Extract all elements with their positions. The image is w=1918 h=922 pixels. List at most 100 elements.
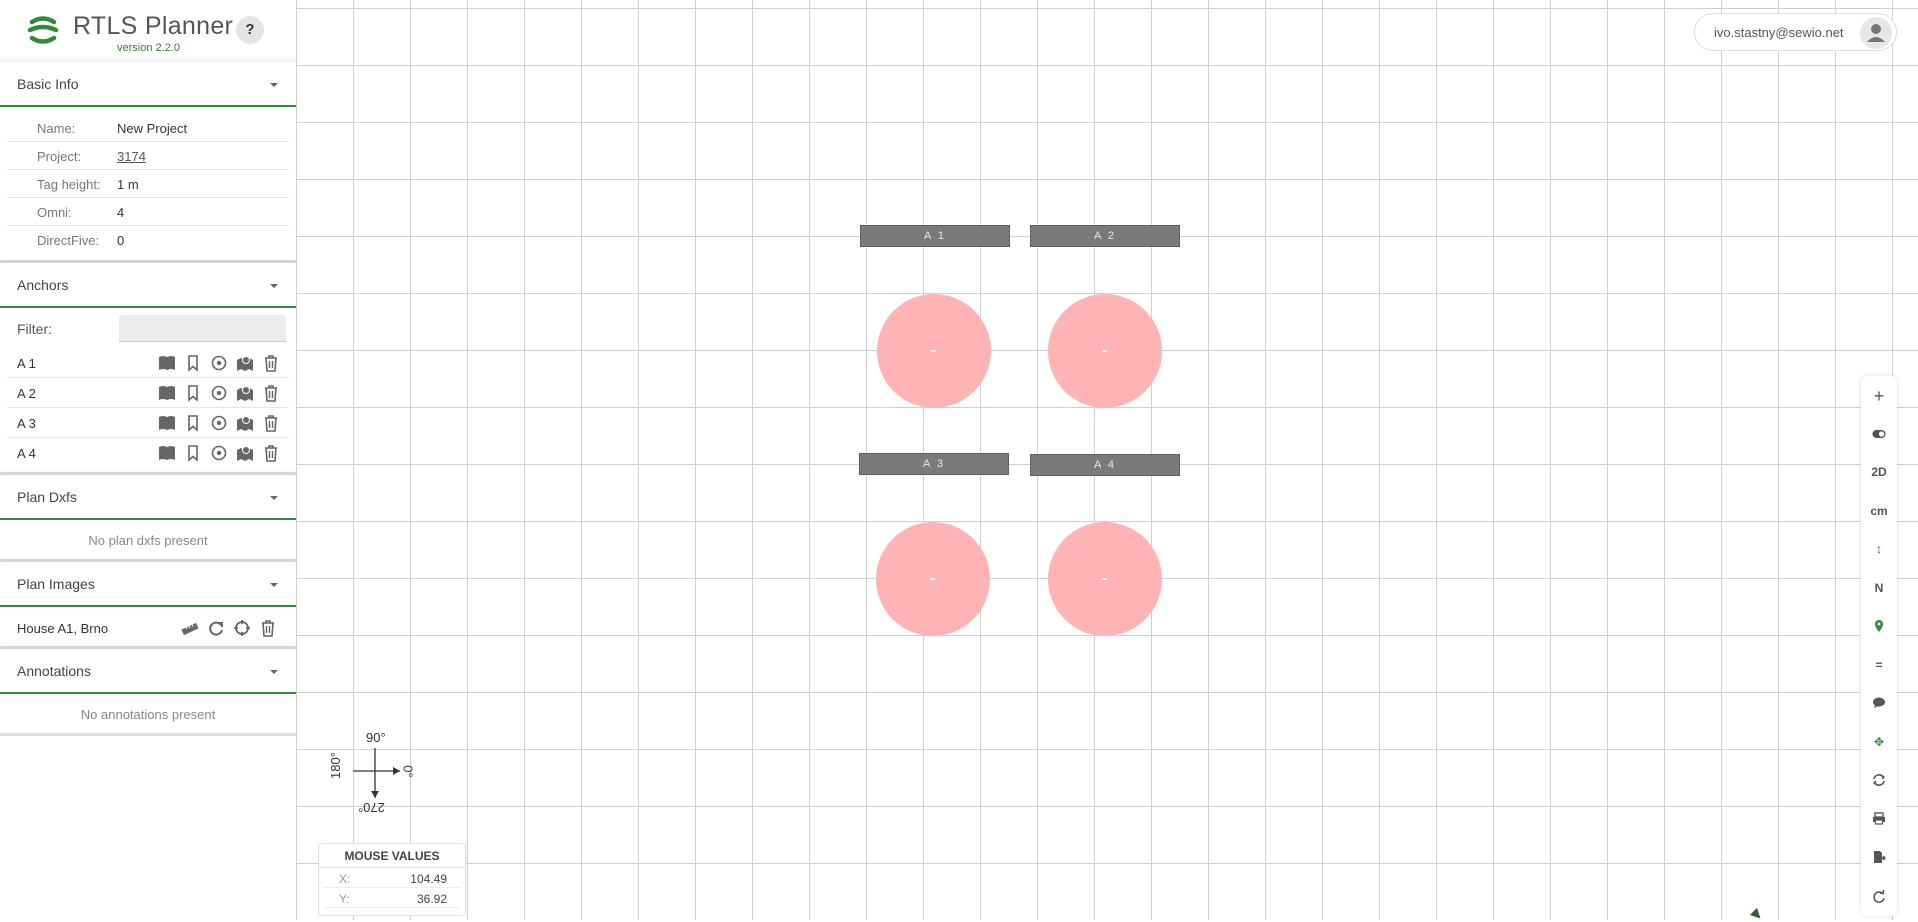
comment-icon[interactable] [1861, 688, 1897, 718]
height-icon[interactable]: ↕ [1861, 534, 1897, 564]
info-value: 4 [117, 205, 125, 220]
plan-images-title: Plan Images [17, 576, 95, 592]
trash-icon[interactable] [261, 354, 281, 372]
filter-label: Filter: [17, 321, 52, 337]
location-pin-icon[interactable] [1861, 611, 1897, 641]
info-key: Name: [37, 121, 76, 136]
filter-input[interactable] [119, 315, 286, 342]
anchor-name: A 2 [17, 386, 36, 401]
anchor-label-a2[interactable]: A 2 [1030, 225, 1180, 247]
target-icon[interactable] [209, 414, 229, 432]
map-pin-icon[interactable] [235, 414, 255, 432]
info-row-tag-height: Tag height: 1 m [7, 170, 289, 198]
redo-icon[interactable] [1861, 881, 1897, 911]
ruler-icon[interactable] [180, 619, 200, 637]
zoom-in-icon[interactable]: + [1861, 381, 1897, 411]
info-key: DirectFive: [37, 233, 100, 248]
book-icon[interactable] [157, 384, 177, 402]
map-pin-icon[interactable] [235, 354, 255, 372]
view-2d-button[interactable]: 2D [1861, 457, 1897, 487]
compass-axes-icon [353, 748, 400, 798]
anchor-list: A 1 A 2 A 3 A 4 [0, 348, 296, 475]
chevron-down-icon [270, 670, 278, 674]
anchor-list-item[interactable]: A 3 [7, 408, 289, 438]
target-icon[interactable] [209, 384, 229, 402]
mouse-values-title: MOUSE VALUES [319, 844, 465, 868]
info-row-directfive: DirectFive: 0 [7, 226, 289, 254]
trash-icon[interactable] [261, 444, 281, 462]
map-pin-icon[interactable] [235, 444, 255, 462]
anchors-header[interactable]: Anchors [0, 263, 296, 308]
book-icon[interactable] [157, 414, 177, 432]
annotations-header[interactable]: Annotations [0, 649, 296, 694]
mouse-y-row: Y: 36.92 [323, 888, 461, 908]
mouse-x-row: X: 104.49 [323, 868, 461, 888]
trash-icon[interactable] [258, 619, 278, 637]
book-icon[interactable] [157, 354, 177, 372]
info-row-name: Name: New Project [7, 114, 289, 142]
anchor-name: A 3 [17, 416, 36, 431]
anchor-label-a4[interactable]: A 4 [1030, 454, 1180, 476]
anchor-list-item[interactable]: A 1 [7, 348, 289, 378]
chevron-down-icon [270, 284, 278, 288]
plan-images-header[interactable]: Plan Images [0, 562, 296, 607]
project-link[interactable]: 3174 [117, 149, 146, 164]
anchor-coverage-a1[interactable] [877, 294, 991, 408]
help-button[interactable]: ? [236, 16, 264, 44]
units-button[interactable]: cm [1861, 496, 1897, 526]
toggle-icon[interactable] [1861, 419, 1897, 449]
app-version: version 2.2.0 [117, 42, 180, 54]
bookmark-icon[interactable] [183, 354, 203, 372]
north-button[interactable]: N [1861, 573, 1897, 603]
sync-icon[interactable] [1861, 765, 1897, 795]
info-key: Tag height: [37, 177, 101, 192]
anchor-list-item[interactable]: A 2 [7, 378, 289, 408]
anchor-label-a3[interactable]: A 3 [859, 453, 1009, 475]
plan-dxfs-header[interactable]: Plan Dxfs [0, 475, 296, 520]
anchor-name: A 1 [17, 356, 36, 371]
info-value: 1 m [117, 177, 139, 192]
crosshair-icon[interactable] [232, 619, 252, 637]
anchor-actions [157, 444, 281, 462]
mouse-values-panel: MOUSE VALUES X: 104.49 Y: 36.92 [318, 843, 466, 916]
anchor-actions [157, 414, 281, 432]
anchor-coverage-a3[interactable] [876, 522, 990, 636]
anchor-filter: Filter: [0, 308, 296, 348]
plan-dxfs-title: Plan Dxfs [17, 489, 77, 505]
plan-canvas[interactable]: A 1 A 2 A 3 A 4 [297, 0, 1918, 920]
annotations-empty: No annotations present [0, 694, 296, 736]
sidebar: RTLS Planner version 2.2.0 ? Basic Info … [0, 0, 297, 920]
target-icon[interactable] [209, 444, 229, 462]
export-icon[interactable] [1861, 842, 1897, 872]
bookmark-icon[interactable] [183, 444, 203, 462]
map-pin-icon[interactable] [235, 384, 255, 402]
bookmark-icon[interactable] [183, 384, 203, 402]
user-email: ivo.stastny@sewio.net [1714, 25, 1844, 40]
plan-image-actions [180, 619, 278, 637]
refresh-icon[interactable] [206, 619, 226, 637]
target-icon[interactable] [209, 354, 229, 372]
user-icon [1867, 24, 1885, 42]
avatar [1860, 17, 1892, 49]
anchor-label-a1[interactable]: A 1 [860, 225, 1010, 247]
trash-icon[interactable] [261, 414, 281, 432]
print-icon[interactable] [1861, 804, 1897, 834]
bookmark-icon[interactable] [183, 414, 203, 432]
info-value: New Project [117, 121, 188, 136]
anchor-coverage-a2[interactable] [1048, 294, 1162, 408]
basic-info-header[interactable]: Basic Info [0, 62, 296, 107]
chevron-down-icon [270, 583, 278, 587]
user-menu[interactable]: ivo.stastny@sewio.net [1694, 13, 1897, 51]
anchor-actions [157, 354, 281, 372]
move-icon[interactable]: ✥ [1861, 727, 1897, 757]
plan-image-row[interactable]: House A1, Brno [0, 607, 296, 649]
info-row-omni: Omni: 4 [7, 198, 289, 226]
anchor-coverage-a4[interactable] [1048, 522, 1162, 636]
trash-icon[interactable] [261, 384, 281, 402]
book-icon[interactable] [157, 444, 177, 462]
align-icon[interactable]: = [1861, 650, 1897, 680]
rtls-logo-icon [26, 13, 60, 47]
anchor-list-item[interactable]: A 4 [7, 438, 289, 468]
anchors-title: Anchors [17, 277, 69, 293]
info-key: Project: [37, 149, 82, 164]
